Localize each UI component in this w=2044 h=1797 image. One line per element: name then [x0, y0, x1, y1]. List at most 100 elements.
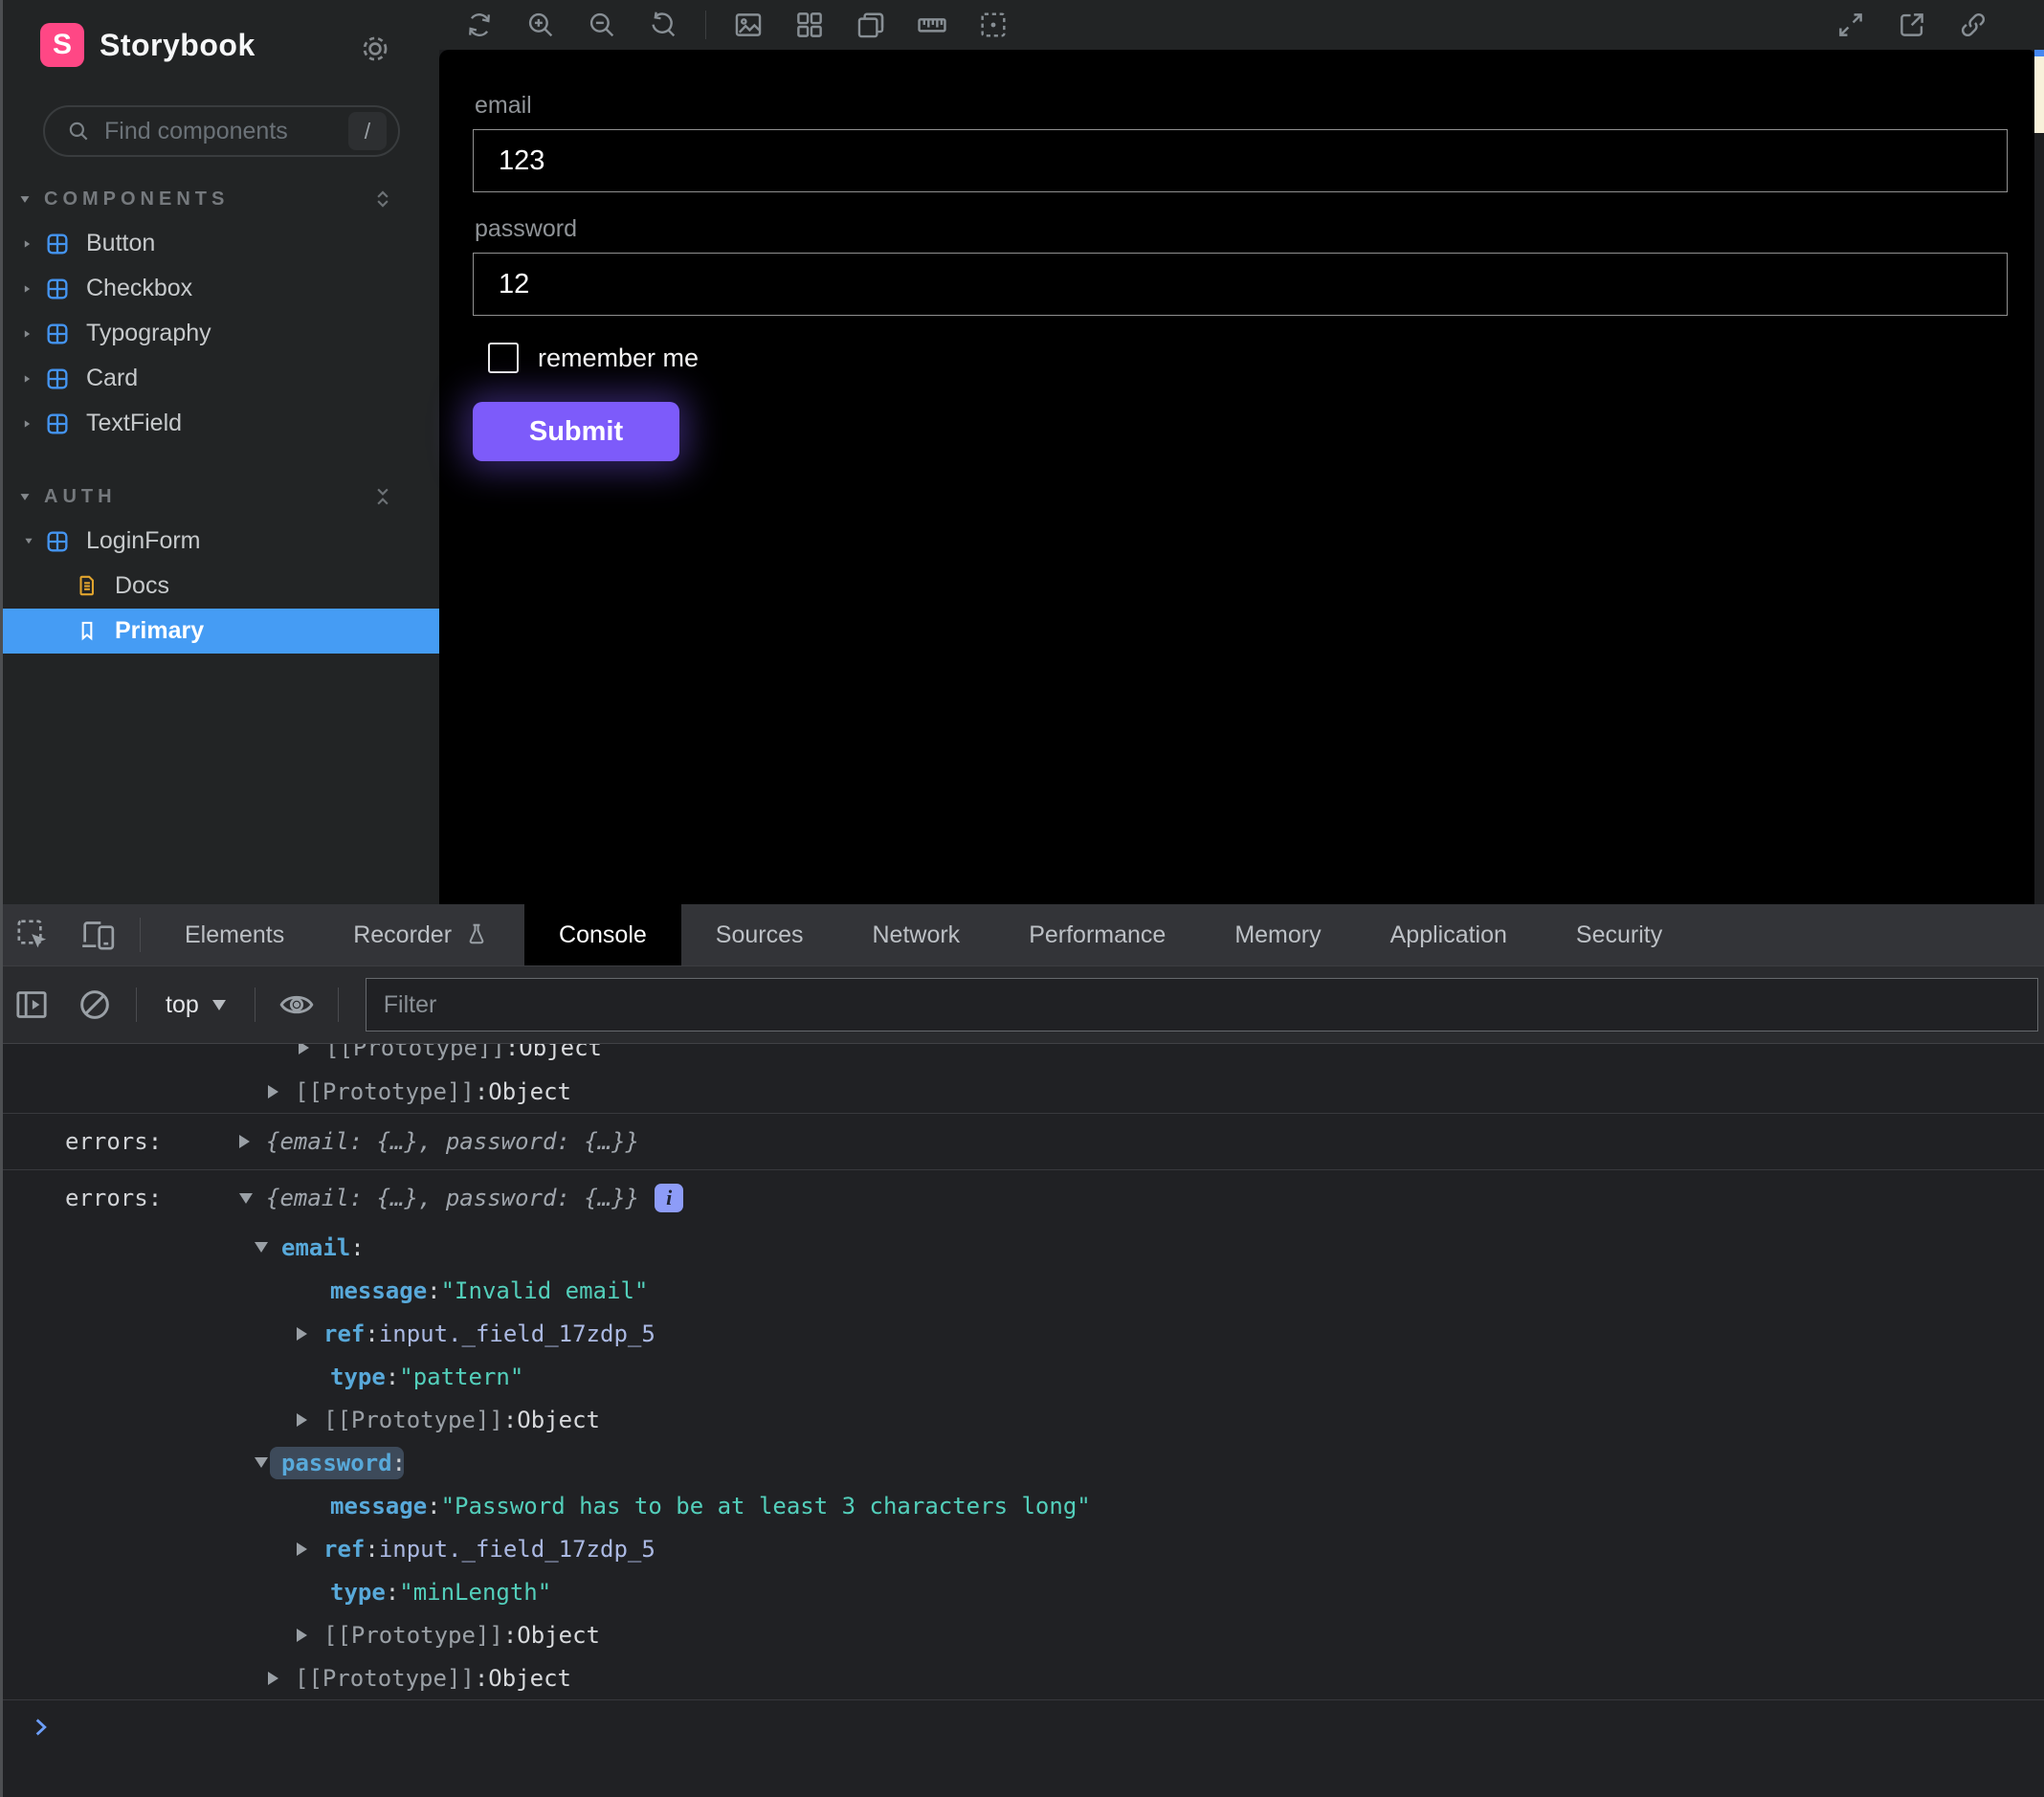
expander-caret-down-icon[interactable] — [255, 1242, 268, 1253]
sidebar-item-primary[interactable]: Primary — [0, 609, 439, 654]
execution-context-selector[interactable]: top — [166, 991, 226, 1019]
tab-performance[interactable]: Performance — [994, 904, 1200, 965]
item-label: Checkbox — [86, 275, 192, 302]
submit-button[interactable]: Submit — [473, 402, 679, 461]
expander-caret-right-icon[interactable] — [297, 1542, 307, 1556]
expander-caret-right-icon[interactable] — [297, 1327, 307, 1341]
sidebar-item-typography[interactable]: Typography — [0, 311, 439, 356]
console-toolbar: top — [0, 966, 2044, 1044]
console-token: : — [505, 1044, 519, 1061]
zoom-out-icon[interactable] — [586, 9, 618, 41]
prompt-chevron-icon — [29, 1715, 54, 1740]
sidebar-item-docs[interactable]: Docs — [0, 564, 439, 609]
open-new-tab-icon[interactable] — [1896, 9, 1928, 41]
clear-console-icon[interactable] — [76, 986, 114, 1024]
tab-recorder[interactable]: Recorder — [319, 904, 524, 965]
search-input[interactable]: Find components / — [43, 105, 400, 157]
inspect-element-icon[interactable] — [13, 916, 52, 954]
caret-down-icon — [21, 494, 30, 500]
console-token: type — [330, 1364, 386, 1390]
console-sidebar-toggle-icon[interactable] — [12, 986, 51, 1024]
live-expression-eye-icon[interactable] — [278, 986, 316, 1024]
caret-down-icon[interactable] — [25, 539, 32, 544]
devtools-panel: Elements RecorderConsoleSources Network Per… — [0, 904, 2044, 1797]
info-badge-icon[interactable]: i — [655, 1184, 683, 1212]
item-label: LoginForm — [86, 527, 201, 555]
console-token: "minLength" — [399, 1579, 551, 1606]
console-token: : — [365, 1320, 378, 1347]
tab-memory[interactable]: Memory — [1200, 904, 1355, 965]
caret-right-icon[interactable] — [25, 375, 30, 382]
grid-icon[interactable] — [793, 9, 826, 41]
copy-link-icon[interactable] — [1957, 9, 1989, 41]
sidebar-item-button[interactable]: Button — [0, 221, 439, 266]
console-token: [[Prototype]] — [295, 1665, 475, 1692]
sidebar: S Storybook Find components / COMPONENTS… — [0, 0, 439, 904]
item-label: Primary — [115, 617, 204, 645]
collapse-all-icon[interactable] — [370, 484, 395, 509]
password-field[interactable] — [473, 253, 2008, 316]
viewport-icon[interactable] — [855, 9, 887, 41]
sidebar-item-card[interactable]: Card — [0, 356, 439, 401]
caret-right-icon[interactable] — [25, 240, 30, 247]
tab-network[interactable]: Network — [838, 904, 995, 965]
device-toolbar-icon[interactable] — [78, 916, 117, 954]
tab-label: Memory — [1234, 921, 1321, 949]
expand-all-icon[interactable] — [370, 187, 395, 211]
console-token: {email: {…}, password: {…}} — [266, 1128, 639, 1155]
caret-right-icon[interactable] — [25, 420, 30, 427]
search-placeholder: Find components — [104, 118, 348, 145]
outline-icon[interactable] — [977, 9, 1010, 41]
console-token: type — [330, 1579, 386, 1606]
console-token: ref — [323, 1536, 365, 1563]
expander-caret-right-icon[interactable] — [299, 1044, 309, 1054]
console-token: "pattern" — [399, 1364, 523, 1390]
zoom-reset-icon[interactable] — [647, 9, 679, 41]
caret-right-icon[interactable] — [25, 285, 30, 292]
tab-label: Network — [873, 921, 961, 949]
console-token: input._field_17zdp_5 — [379, 1536, 655, 1563]
section-header-components[interactable]: COMPONENTS — [0, 177, 439, 221]
caret-right-icon[interactable] — [25, 330, 30, 337]
console-token: Object — [517, 1622, 600, 1649]
remount-icon[interactable] — [463, 9, 496, 41]
expander-caret-right-icon[interactable] — [297, 1413, 307, 1427]
console-row: [[Prototype]]: Object — [0, 1613, 2044, 1656]
tab-security[interactable]: Security — [1542, 904, 1697, 965]
password-label: password — [475, 215, 2008, 243]
canvas-toolbar — [439, 0, 2044, 50]
sidebar-item-loginform[interactable]: LoginForm — [0, 519, 439, 564]
expander-caret-down-icon[interactable] — [255, 1457, 268, 1468]
tab-label: Application — [1390, 921, 1507, 949]
brand-title: Storybook — [100, 28, 256, 63]
console-filter-input[interactable] — [366, 978, 2038, 1032]
settings-gear-icon[interactable] — [357, 31, 393, 67]
remember-me-checkbox[interactable] — [488, 343, 519, 373]
component-icon — [44, 276, 71, 302]
console-log-label: errors: — [65, 1128, 162, 1155]
expander-caret-right-icon[interactable] — [268, 1672, 278, 1685]
tab-label: Security — [1576, 921, 1662, 949]
console-row: message: "Invalid email" — [0, 1269, 2044, 1312]
expander-caret-right-icon[interactable] — [297, 1629, 307, 1642]
tab-sources[interactable]: Sources — [681, 904, 838, 965]
zoom-in-icon[interactable] — [524, 9, 557, 41]
background-icon[interactable] — [732, 9, 765, 41]
tab-label: Elements — [185, 921, 284, 949]
tab-elements[interactable]: Elements — [150, 904, 319, 965]
tab-console[interactable]: Console — [524, 904, 681, 965]
expander-caret-right-icon[interactable] — [268, 1085, 278, 1098]
section-header-auth[interactable]: AUTH — [0, 475, 439, 519]
tab-application[interactable]: Application — [1356, 904, 1542, 965]
sidebar-item-textfield[interactable]: TextField — [0, 401, 439, 446]
brand: S Storybook — [40, 23, 256, 67]
email-field[interactable] — [473, 129, 2008, 192]
console-token: [[Prototype]] — [323, 1407, 503, 1433]
console-prompt[interactable] — [0, 1699, 2044, 1754]
sidebar-item-checkbox[interactable]: Checkbox — [0, 266, 439, 311]
fullscreen-icon[interactable] — [1834, 9, 1867, 41]
context-label: top — [166, 991, 199, 1019]
expander-caret-down-icon[interactable] — [239, 1193, 253, 1204]
expander-caret-right-icon[interactable] — [239, 1135, 250, 1148]
measure-icon[interactable] — [916, 9, 948, 41]
